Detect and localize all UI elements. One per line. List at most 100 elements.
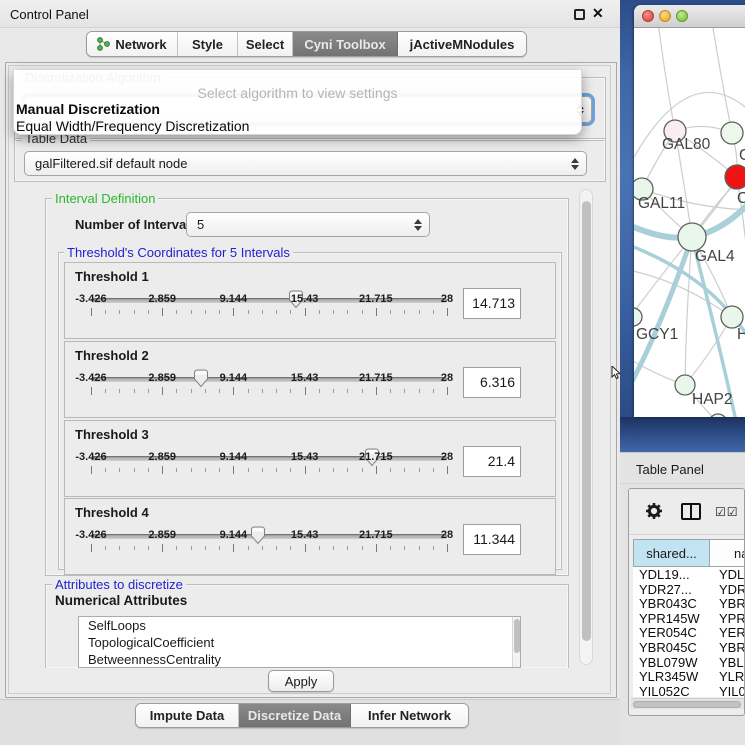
table-cell[interactable]: YBR0 [719,596,745,611]
table-row[interactable]: YDL19... YDL1 [633,567,745,582]
table-cell[interactable]: YDL1 [719,567,745,582]
tab-cyni-toolbox[interactable]: Cyni Toolbox [293,32,398,56]
table-cell[interactable]: YIL0 [719,684,745,697]
screen: Control Panel ✕ Network Style Select Cyn… [0,0,745,745]
network-node[interactable] [721,122,743,144]
attribute-list-item[interactable]: SelfLoops [79,617,520,634]
tick-mark [176,546,177,550]
gear-icon[interactable] [645,502,663,520]
threshold-label: Threshold 4 [75,505,149,520]
table-cell[interactable]: YBR045C [639,640,697,655]
tab-discretize-data[interactable]: Discretize Data [239,704,351,727]
network-node[interactable] [725,165,745,189]
slider-track[interactable] [91,298,447,303]
interval-definition-title: Interval Definition [52,191,158,206]
zoom-traffic-light[interactable] [676,10,688,22]
close-traffic-light[interactable] [642,10,654,22]
table-cell[interactable]: YER054C [639,625,697,640]
table-data-combobox[interactable]: galFiltered.sif default node [24,151,587,176]
table-cell[interactable]: YBR043C [639,596,697,611]
num-intervals-combobox[interactable]: 5 [186,212,430,237]
network-canvas[interactable]: GAL80GCGAL11GAL4GCY1HHAP2 [634,28,745,417]
checkbox-icons[interactable]: ☑☑ [715,505,739,519]
minimize-traffic-light[interactable] [659,10,671,22]
tab-style[interactable]: Style [178,32,238,56]
table-row[interactable]: YDR27... YDR2 [633,582,745,597]
threshold-slider[interactable] [91,447,447,493]
tick-label: -3.426 [75,529,106,541]
network-edge[interactable] [634,270,732,317]
table-row[interactable]: YER054C YER0 [633,625,745,640]
tab-jactivemnodules[interactable]: jActiveMNodules [398,32,526,56]
threshold-value-field[interactable]: 11.344 [463,524,521,555]
table-cell[interactable]: YDR27... [639,582,692,597]
threshold-label: Threshold 3 [75,427,149,442]
table-row[interactable]: YPR145W YPR1 [633,611,745,626]
attribute-list-item[interactable]: TopologicalCoefficient [79,634,520,651]
close-icon[interactable]: ✕ [592,5,604,22]
table-cell[interactable]: YBL0 [719,655,745,670]
tab-select[interactable]: Select [238,32,293,56]
threshold-value-field[interactable]: 6.316 [463,367,521,398]
table-cell[interactable]: YLR3 [719,669,745,684]
column-header-shared[interactable]: shared... [633,539,710,567]
network-edge[interactable] [658,28,675,131]
threshold-value-field[interactable]: 21.4 [463,446,521,477]
table-row[interactable]: YLR345W YLR3 [633,669,745,684]
table-cell[interactable]: YBR0 [719,640,745,655]
desktop-background-lower [620,417,745,452]
threshold-slider[interactable] [91,368,447,414]
slider-handle[interactable] [250,526,266,545]
table-row[interactable]: YBL079W YBL0 [633,655,745,670]
tab-impute-data[interactable]: Impute Data [136,704,239,727]
slider-track[interactable] [91,456,447,461]
tick-mark [305,544,306,552]
columns-icon[interactable] [681,503,701,520]
network-node[interactable] [678,223,706,251]
table-cell[interactable]: YBL079W [639,655,698,670]
main-scrollbar-thumb[interactable] [582,201,591,641]
attributes-scrollbar[interactable] [512,617,521,668]
network-node[interactable] [721,306,743,328]
table-cell[interactable]: YIL052C [639,684,690,697]
table-cell[interactable]: YDR2 [719,582,745,597]
network-window[interactable]: GAL80GCGAL11GAL4GCY1HHAP2 [634,5,745,417]
threshold-slider[interactable] [91,525,447,571]
slider-track[interactable] [91,534,447,539]
table-rows[interactable]: YDL19... YDL1 YDR27... YDR2 YBR043C YBR0… [633,567,745,697]
network-node[interactable] [634,308,642,326]
main-scrollbar[interactable] [579,189,593,665]
tick-mark [447,466,448,474]
menu-item-manual-discretization[interactable]: Manual Discretization [16,101,160,117]
table-cell[interactable]: YDL19... [639,567,690,582]
tick-mark [248,310,249,314]
attribute-list-item[interactable]: BetweennessCentrality [79,651,520,668]
table-row[interactable]: YBR045C YBR0 [633,640,745,655]
slider-track[interactable] [91,377,447,382]
table-cell[interactable]: YPR145W [639,611,700,626]
table-cell[interactable]: YER0 [719,625,745,640]
float-window-icon[interactable] [574,9,585,20]
table-cell[interactable]: YLR345W [639,669,698,684]
tick-mark [433,468,434,472]
network-edge[interactable] [712,28,732,133]
threshold-slider[interactable] [91,289,447,335]
tick-mark [290,468,291,472]
column-header-name[interactable]: na [709,539,745,567]
tab-infer-network[interactable]: Infer Network [351,704,468,727]
attributes-list[interactable]: SelfLoopsTopologicalCoefficientBetweenne… [78,616,521,668]
tab-network[interactable]: Network [87,32,178,56]
table-cell[interactable]: YPR1 [719,611,745,626]
slider-handle[interactable] [193,369,209,388]
attributes-scrollbar-thumb[interactable] [514,619,520,653]
tick-label: 21.715 [359,451,393,463]
table-row[interactable]: YBR043C YBR0 [633,596,745,611]
menu-item-equal-width-frequency[interactable]: Equal Width/Frequency Discretization [16,118,249,134]
tick-mark [333,546,334,550]
tick-label: -3.426 [75,372,106,384]
table-row[interactable]: YIL052C YIL0 [633,684,745,697]
threshold-value-field[interactable]: 14.713 [463,288,521,319]
apply-button[interactable]: Apply [268,670,334,692]
table-h-scrollbar-thumb[interactable] [633,701,741,708]
table-h-scrollbar[interactable] [631,698,745,709]
